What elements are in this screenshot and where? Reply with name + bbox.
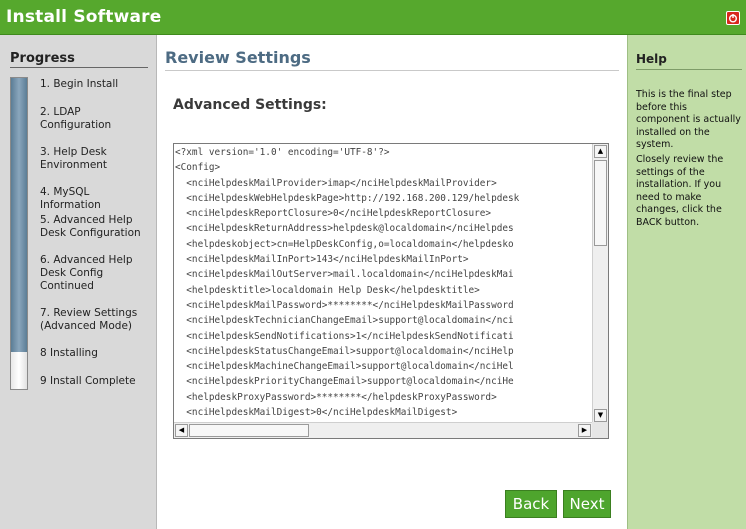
back-button[interactable]: Back bbox=[505, 490, 557, 518]
progress-divider bbox=[10, 67, 148, 68]
xml-line: <nciHelpdeskWebHelpdeskPage>http://192.1… bbox=[175, 192, 520, 204]
horizontal-scroll-thumb[interactable] bbox=[189, 424, 309, 437]
step-mysql-information: 4. MySQL Information bbox=[40, 186, 101, 211]
up-arrow-icon[interactable]: ▲ bbox=[594, 145, 607, 158]
xml-line: <helpdesktitle>localdomain Help Desk</he… bbox=[175, 284, 480, 296]
left-arrow-icon[interactable]: ◀ bbox=[175, 424, 188, 437]
xml-line: <nciHelpdeskSendNotifications>1</nciHelp… bbox=[175, 330, 514, 342]
section-subtitle: Advanced Settings: bbox=[173, 97, 327, 113]
xml-line: <helpdeskProxyPassword>********</helpdes… bbox=[175, 391, 497, 403]
step-ldap-configuration: 2. LDAP Configuration bbox=[40, 106, 112, 131]
right-arrow-icon[interactable]: ▶ bbox=[578, 424, 591, 437]
progress-header: Progress bbox=[10, 51, 75, 66]
next-button[interactable]: Next bbox=[563, 490, 611, 518]
help-divider bbox=[636, 69, 742, 70]
step-review-settings: 7. Review Settings (Advanced Mode) bbox=[40, 307, 138, 332]
xml-line: <nciHelpdeskMailPassword>********</nciHe… bbox=[175, 299, 514, 311]
title-divider bbox=[165, 70, 619, 71]
xml-settings-textarea[interactable]: <?xml version='1.0' encoding='UTF-8'?> <C… bbox=[173, 143, 609, 439]
xml-line: <nciHelpdeskStatusChangeEmail>support@lo… bbox=[175, 345, 514, 357]
step-installing: 8 Installing bbox=[40, 347, 98, 359]
xml-content[interactable]: <?xml version='1.0' encoding='UTF-8'?> <C… bbox=[175, 145, 592, 422]
xml-line: <nciHelpdeskReturnAddress>helpdesk@local… bbox=[175, 223, 514, 235]
progress-bar-fill bbox=[11, 78, 27, 352]
main-panel: Review Settings Advanced Settings: <?xml… bbox=[157, 35, 627, 529]
xml-line: <nciHelpdeskTechnicianChangeEmail>suppor… bbox=[175, 315, 514, 327]
step-help-desk-environment: 3. Help Desk Environment bbox=[40, 146, 108, 171]
xml-line: <nciHelpdeskMailProvider>imap</nciHelpde… bbox=[175, 177, 497, 189]
step-advanced-help-desk-config: 5. Advanced Help Desk Configuration bbox=[40, 214, 141, 239]
vertical-scrollbar[interactable]: ▲ ▼ bbox=[592, 144, 608, 423]
window-title: Install Software bbox=[6, 7, 162, 27]
step-begin-install: 1. Begin Install bbox=[40, 78, 119, 90]
progress-panel: Progress 1. Begin Install 2. LDAP Config… bbox=[0, 35, 157, 529]
vertical-scroll-thumb[interactable] bbox=[594, 160, 607, 246]
xml-line: <nciHelpdeskPriorityChangeEmail>support@… bbox=[175, 376, 514, 388]
xml-line: <nciHelpdeskMachineChangeEmail>support@l… bbox=[175, 361, 514, 373]
progress-bar bbox=[10, 77, 28, 390]
help-text-intro: This is the final step before this compo… bbox=[636, 89, 741, 150]
progress-bar-remaining bbox=[11, 351, 27, 389]
step-install-complete: 9 Install Complete bbox=[40, 375, 136, 387]
xml-line: <helpdeskobject>cn=HelpDeskConfig,o=loca… bbox=[175, 238, 514, 250]
close-icon[interactable] bbox=[726, 11, 740, 25]
help-text-instructions: Closely review the settings of the insta… bbox=[636, 154, 724, 228]
help-panel: Help This is the final step before this … bbox=[627, 35, 746, 529]
step-advanced-config-continued: 6. Advanced Help Desk Config Continued bbox=[40, 254, 133, 292]
horizontal-scrollbar[interactable]: ◀ ▶ bbox=[174, 422, 592, 438]
title-bar: Install Software bbox=[0, 0, 746, 35]
xml-line: <Config> bbox=[175, 162, 221, 174]
down-arrow-icon[interactable]: ▼ bbox=[594, 409, 607, 422]
help-header: Help bbox=[636, 52, 667, 66]
xml-line: <nciHelpdeskMailInPort>143</nciHelpdeskM… bbox=[175, 254, 469, 266]
xml-line: <nciHelpdeskMailOutServer>mail.localdoma… bbox=[175, 269, 514, 281]
xml-line: <nciHelpdeskMailDigest>0</nciHelpdeskMai… bbox=[175, 407, 458, 419]
xml-line: <nciHelpdeskReportClosure>0</nciHelpdesk… bbox=[175, 208, 492, 220]
scroll-corner bbox=[592, 422, 608, 438]
page-title: Review Settings bbox=[165, 48, 311, 67]
xml-line: <?xml version='1.0' encoding='UTF-8'?> bbox=[175, 147, 390, 158]
